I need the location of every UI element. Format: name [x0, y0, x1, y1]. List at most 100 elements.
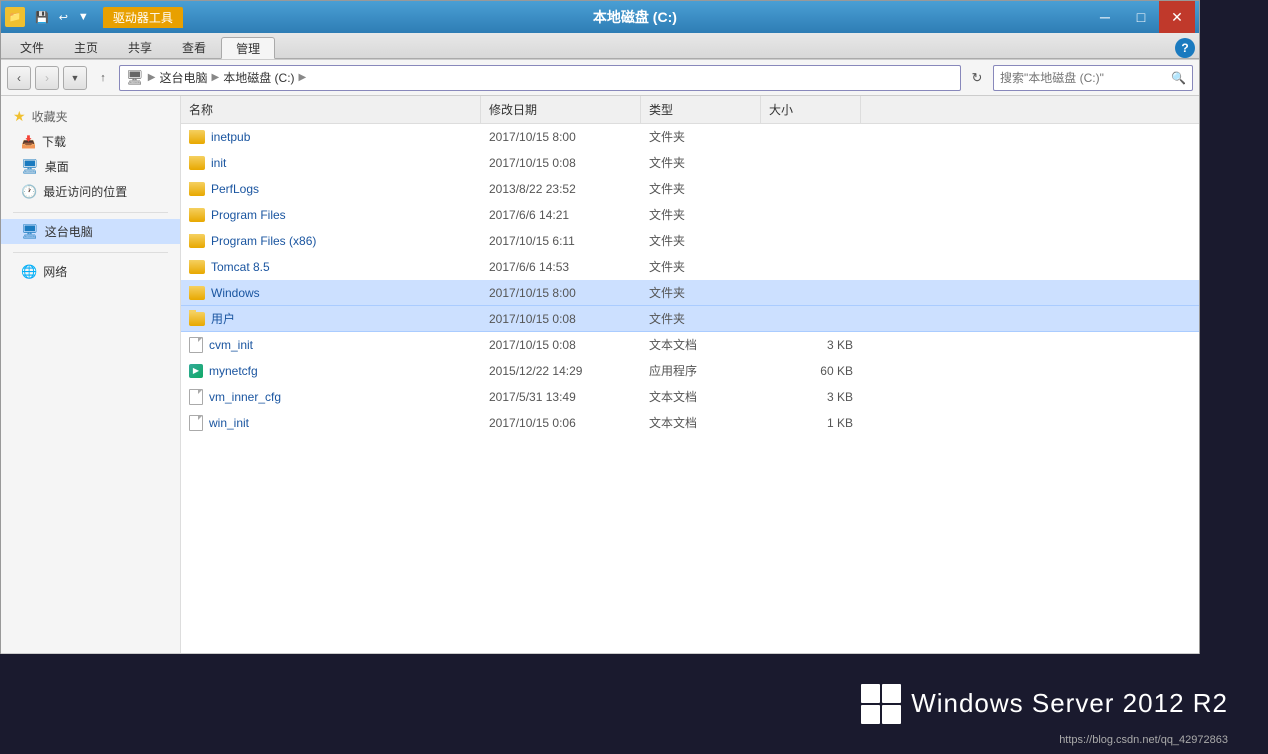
save-quick-btn[interactable]: 💾 — [31, 9, 53, 26]
file-name-cell: PerfLogs — [181, 182, 481, 196]
star-icon: ★ — [13, 108, 26, 125]
up-button[interactable]: ↑ — [91, 66, 115, 90]
file-size-cell: 60 KB — [761, 364, 861, 378]
download-folder-icon: 📥 — [21, 135, 36, 149]
sidebar-item-computer[interactable]: 🖥 这台电脑 — [1, 219, 180, 244]
file-name: vm_inner_cfg — [209, 390, 281, 404]
sidebar-item-network[interactable]: 🌐 网络 — [1, 259, 180, 284]
file-list: inetpub 2017/10/15 8:00 文件夹 init 2017/10… — [181, 124, 1199, 653]
file-date-cell: 2017/10/15 0:08 — [481, 156, 641, 170]
ribbon: 文件 主页 共享 查看 管理 ? — [1, 33, 1199, 60]
sidebar-label-download: 下载 — [42, 133, 66, 150]
table-row[interactable]: win_init 2017/10/15 0:06 文本文档 1 KB — [181, 410, 1199, 436]
favorites-label: 收藏夹 — [32, 108, 68, 125]
file-size-cell: 1 KB — [761, 416, 861, 430]
title-bar: 📁 💾 ↩ ▼ 驱动器工具 本地磁盘 (C:) ─ □ ✕ — [1, 1, 1199, 33]
tab-manage[interactable]: 管理 — [221, 37, 275, 59]
favorites-section: ★ 收藏夹 📥 下载 🖥 桌面 🕐 最近访问的位置 — [1, 104, 180, 204]
dropdown-button[interactable]: ▼ — [63, 66, 87, 90]
file-type-cell: 文本文档 — [641, 414, 761, 431]
tab-share[interactable]: 共享 — [113, 36, 167, 58]
search-input[interactable] — [1000, 71, 1171, 85]
window-title: 本地磁盘 (C:) — [183, 7, 1087, 27]
tab-view[interactable]: 查看 — [167, 36, 221, 58]
table-row[interactable]: 用户 2017/10/15 0:08 文件夹 — [181, 306, 1199, 332]
file-icon — [189, 415, 203, 431]
file-type-cell: 文件夹 — [641, 258, 761, 275]
file-name: inetpub — [211, 130, 250, 144]
table-row[interactable]: cvm_init 2017/10/15 0:08 文本文档 3 KB — [181, 332, 1199, 358]
table-row[interactable]: inetpub 2017/10/15 8:00 文件夹 — [181, 124, 1199, 150]
table-row[interactable]: PerfLogs 2013/8/22 23:52 文件夹 — [181, 176, 1199, 202]
file-name: win_init — [209, 416, 249, 430]
folder-icon — [189, 208, 205, 222]
network-section: 🌐 网络 — [1, 259, 180, 284]
sidebar: ★ 收藏夹 📥 下载 🖥 桌面 🕐 最近访问的位置 — [1, 96, 181, 653]
tab-file[interactable]: 文件 — [5, 36, 59, 58]
file-size-cell: 3 KB — [761, 390, 861, 404]
folder-icon — [189, 234, 205, 248]
window-icon: 📁 — [5, 7, 25, 27]
table-row[interactable]: ▶ mynetcfg 2015/12/22 14:29 应用程序 60 KB — [181, 358, 1199, 384]
file-name-cell: Program Files (x86) — [181, 234, 481, 248]
table-row[interactable]: Tomcat 8.5 2017/6/6 14:53 文件夹 — [181, 254, 1199, 280]
back-button[interactable]: ‹ — [7, 66, 31, 90]
col-header-name[interactable]: 名称 — [181, 96, 481, 123]
table-row[interactable]: init 2017/10/15 0:08 文件夹 — [181, 150, 1199, 176]
help-button[interactable]: ? — [1175, 38, 1195, 58]
favorites-header[interactable]: ★ 收藏夹 — [1, 104, 180, 129]
sidebar-separator-1 — [13, 212, 168, 213]
explorer-window: 📁 💾 ↩ ▼ 驱动器工具 本地磁盘 (C:) ─ □ ✕ 文件 主页 共享 查… — [0, 0, 1200, 680]
table-row[interactable]: Program Files 2017/6/6 14:21 文件夹 — [181, 202, 1199, 228]
file-date-cell: 2017/6/6 14:53 — [481, 260, 641, 274]
file-date-cell: 2017/10/15 8:00 — [481, 286, 641, 300]
table-row[interactable]: Windows 2017/10/15 8:00 文件夹 — [181, 280, 1199, 306]
file-date-cell: 2017/10/15 8:00 — [481, 130, 641, 144]
sidebar-item-download[interactable]: 📥 下载 — [1, 129, 180, 154]
app-icon: ▶ — [189, 364, 203, 378]
logo-q2 — [882, 684, 901, 703]
file-date-cell: 2017/6/6 14:21 — [481, 208, 641, 222]
col-header-size[interactable]: 大小 — [761, 96, 861, 123]
path-sep-2: ▶ — [212, 72, 220, 83]
folder-icon — [189, 156, 205, 170]
file-name: cvm_init — [209, 338, 253, 352]
file-date-cell: 2017/10/15 0:08 — [481, 312, 641, 326]
folder-icon — [189, 182, 205, 196]
windows-logo — [861, 684, 901, 724]
address-path-bar[interactable]: 🖥 ▶ 这台电脑 ▶ 本地磁盘 (C:) ▶ — [119, 65, 961, 91]
csdn-url: https://blog.csdn.net/qq_42972863 — [1059, 734, 1228, 746]
undo-quick-btn[interactable]: ↩ — [55, 9, 72, 26]
path-computer-label[interactable]: 这台电脑 — [159, 69, 207, 86]
col-header-date[interactable]: 修改日期 — [481, 96, 641, 123]
file-type-cell: 应用程序 — [641, 362, 761, 379]
os-name: Windows Server 2012 R2 — [911, 688, 1228, 719]
table-row[interactable]: Program Files (x86) 2017/10/15 6:11 文件夹 — [181, 228, 1199, 254]
file-icon — [189, 389, 203, 405]
close-button[interactable]: ✕ — [1159, 1, 1195, 33]
logo-q3 — [861, 705, 880, 724]
forward-button[interactable]: › — [35, 66, 59, 90]
path-drive-label[interactable]: 本地磁盘 (C:) — [223, 69, 294, 86]
col-header-type[interactable]: 类型 — [641, 96, 761, 123]
refresh-button[interactable]: ↻ — [965, 66, 989, 90]
computer-section: 🖥 这台电脑 — [1, 219, 180, 244]
file-name: Windows — [211, 286, 260, 300]
file-type-cell: 文件夹 — [641, 206, 761, 223]
file-name-cell: win_init — [181, 415, 481, 431]
sidebar-item-recent[interactable]: 🕐 最近访问的位置 — [1, 179, 180, 204]
minimize-button[interactable]: ─ — [1087, 1, 1123, 33]
tab-home[interactable]: 主页 — [59, 36, 113, 58]
dropdown-quick-btn[interactable]: ▼ — [74, 9, 93, 26]
file-name-cell: vm_inner_cfg — [181, 389, 481, 405]
sidebar-label-desktop: 桌面 — [45, 158, 69, 175]
column-headers: 名称 修改日期 类型 大小 — [181, 96, 1199, 124]
file-size-cell: 3 KB — [761, 338, 861, 352]
sidebar-item-desktop[interactable]: 🖥 桌面 — [1, 154, 180, 179]
sidebar-label-recent: 最近访问的位置 — [43, 183, 127, 200]
maximize-button[interactable]: □ — [1123, 1, 1159, 33]
path-end-caret: ▶ — [299, 72, 307, 83]
quick-access-toolbar: 💾 ↩ ▼ — [31, 9, 93, 26]
main-content: ★ 收藏夹 📥 下载 🖥 桌面 🕐 最近访问的位置 — [1, 96, 1199, 653]
table-row[interactable]: vm_inner_cfg 2017/5/31 13:49 文本文档 3 KB — [181, 384, 1199, 410]
